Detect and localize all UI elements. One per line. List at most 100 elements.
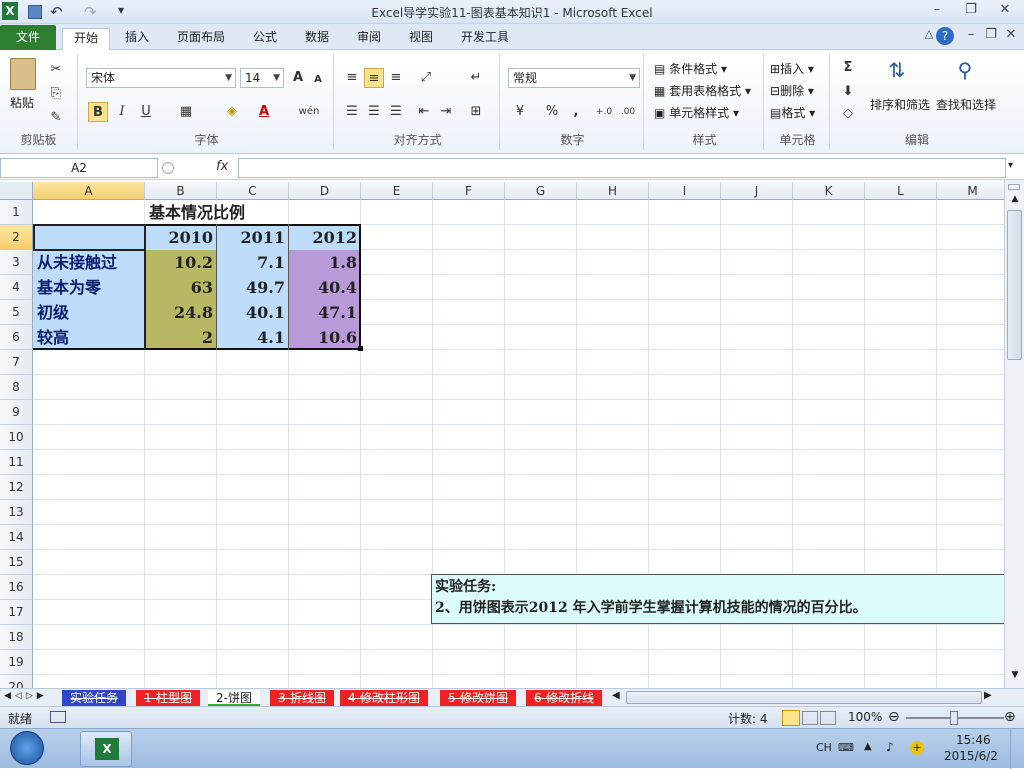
page-break-view-icon[interactable] <box>820 711 836 725</box>
split-box[interactable] <box>1008 184 1020 190</box>
shrink-font-icon[interactable]: A <box>308 70 328 90</box>
tray-expand-icon[interactable]: ▲ <box>864 741 872 752</box>
formula-input[interactable] <box>238 158 1006 178</box>
restore-icon[interactable]: ❐ <box>958 2 984 22</box>
find-select-button[interactable]: 查找和选择 <box>936 96 996 113</box>
row-header[interactable]: 7 <box>0 350 33 375</box>
expand-formula-icon[interactable]: ▾ <box>1008 160 1013 171</box>
row-header[interactable]: 19 <box>0 650 33 675</box>
column-header[interactable]: B <box>145 182 217 200</box>
scroll-thumb[interactable] <box>1007 210 1022 360</box>
sheet-tab[interactable]: 5-修改饼图 <box>440 690 516 706</box>
align-center-icon[interactable]: ☰ <box>364 102 384 122</box>
tab-home[interactable]: 开始 <box>62 28 110 51</box>
volume-icon[interactable]: ♪ <box>886 740 894 754</box>
borders-icon[interactable]: ▦ <box>176 102 196 122</box>
column-header[interactable]: I <box>649 182 721 200</box>
minimize-icon[interactable]: – <box>924 2 950 22</box>
align-middle-icon[interactable]: ≡ <box>364 68 384 88</box>
font-name-combo[interactable]: 宋体 ▼ <box>86 68 236 88</box>
network-icon[interactable]: + <box>910 741 924 755</box>
tab-file[interactable]: 文件 <box>0 25 56 50</box>
font-size-combo[interactable]: 14 ▼ <box>240 68 284 88</box>
wb-close-icon[interactable]: ✕ <box>998 27 1024 47</box>
zoom-thumb[interactable] <box>950 711 958 725</box>
row-header[interactable]: 15 <box>0 550 33 575</box>
hscroll-left-icon[interactable]: ◀ <box>612 690 620 701</box>
align-left-icon[interactable]: ☰ <box>342 102 362 122</box>
vertical-scrollbar[interactable]: ▲ ▼ <box>1004 180 1024 688</box>
table-title-cell[interactable]: 基本情况比例 <box>33 200 361 225</box>
cell-styles-button[interactable]: ▣ 单元格样式 ▾ <box>654 104 739 121</box>
keyboard-icon[interactable]: ⌨ <box>838 741 854 754</box>
italic-button[interactable]: I <box>112 102 132 122</box>
align-right-icon[interactable]: ☰ <box>386 102 406 122</box>
conditional-format-button[interactable]: ▤ 条件格式 ▾ <box>654 60 727 77</box>
column-header[interactable]: K <box>793 182 865 200</box>
merge-center-icon[interactable]: ⊞ <box>466 102 486 122</box>
zoom-level[interactable]: 100% <box>848 710 882 724</box>
task-textbox[interactable]: 实验任务: 2、用饼图表示2012 年入学前学生掌握计算机技能的情况的百分比。 <box>431 574 1004 624</box>
insert-cells-button[interactable]: ⊞插入 ▾ <box>770 60 814 77</box>
clock-time[interactable]: 15:46 <box>956 733 991 747</box>
normal-view-icon[interactable] <box>782 710 800 726</box>
column-header[interactable]: M <box>937 182 1004 200</box>
column-header[interactable]: J <box>721 182 793 200</box>
increase-decimal-icon[interactable]: +.0 <box>594 102 614 122</box>
row-header[interactable]: 12 <box>0 475 33 500</box>
row-header[interactable]: 18 <box>0 625 33 650</box>
tab-view[interactable]: 视图 <box>400 28 442 50</box>
paste-button[interactable]: 粘贴 <box>10 94 34 111</box>
align-top-icon[interactable]: ≡ <box>342 68 362 88</box>
sheet-tab[interactable]: 6-修改折线 <box>526 690 602 706</box>
close-icon[interactable]: ✕ <box>992 2 1018 22</box>
bold-button[interactable]: B <box>88 102 108 122</box>
tab-insert[interactable]: 插入 <box>116 28 158 50</box>
scroll-up-icon[interactable]: ▲ <box>1008 194 1022 206</box>
row-header[interactable]: 10 <box>0 425 33 450</box>
row-header[interactable]: 20 <box>0 675 33 688</box>
clear-icon[interactable]: ◇ <box>838 104 858 124</box>
taskbar-excel-button[interactable]: X <box>80 731 132 767</box>
name-box[interactable]: A2 <box>0 158 158 178</box>
page-layout-view-icon[interactable] <box>802 711 818 725</box>
currency-icon[interactable]: ¥ <box>510 102 530 122</box>
underline-button[interactable]: U <box>136 102 156 122</box>
row-header[interactable]: 5 <box>0 300 33 325</box>
row-header[interactable]: 9 <box>0 400 33 425</box>
comma-button[interactable]: , <box>566 102 586 122</box>
autosum-icon[interactable]: Σ <box>838 58 858 78</box>
formula-bar-toggle-icon[interactable] <box>162 162 174 174</box>
worksheet-grid[interactable]: ABCDEFGHIJKLM 1 2 3 4 5 6 7 8 9 10 11 12 13 14 15 16 17 1… <box>0 182 1004 688</box>
row-header[interactable]: 13 <box>0 500 33 525</box>
tab-data[interactable]: 数据 <box>296 28 338 50</box>
horizontal-scrollbar[interactable] <box>626 691 982 704</box>
sort-filter-button[interactable]: 排序和筛选 <box>870 96 930 113</box>
row-header[interactable]: 14 <box>0 525 33 550</box>
orientation-icon[interactable]: ⤢ <box>416 68 436 88</box>
zoom-out-icon[interactable]: ⊖ <box>888 709 900 725</box>
sheet-tab[interactable]: 1-柱型图 <box>136 690 200 706</box>
insert-function-icon[interactable]: fx <box>216 159 228 174</box>
hscroll-right-icon[interactable]: ▶ <box>984 690 992 701</box>
delete-cells-button[interactable]: ⊟删除 ▾ <box>770 82 814 99</box>
row-header[interactable]: 4 <box>0 275 33 300</box>
column-header[interactable]: G <box>505 182 577 200</box>
cut-icon[interactable]: ✂ <box>46 60 66 80</box>
show-desktop-button[interactable] <box>1010 729 1024 769</box>
tab-page-layout[interactable]: 页面布局 <box>168 28 234 50</box>
row-header[interactable]: 16 <box>0 575 33 600</box>
column-header[interactable]: F <box>433 182 505 200</box>
scroll-down-icon[interactable]: ▼ <box>1008 670 1022 682</box>
fill-color-icon[interactable]: ◈ <box>222 102 242 122</box>
column-header[interactable]: E <box>361 182 433 200</box>
decrease-decimal-icon[interactable]: .00 <box>618 102 638 122</box>
format-painter-icon[interactable]: ✎ <box>46 108 66 128</box>
column-header[interactable]: A <box>33 182 145 200</box>
format-as-table-button[interactable]: ▦ 套用表格格式 ▾ <box>654 82 751 99</box>
fill-icon[interactable]: ⬇ <box>838 82 858 102</box>
sheet-tab[interactable]: 3-折线图 <box>270 690 334 706</box>
select-all-button[interactable] <box>0 182 33 200</box>
row-header[interactable]: 2 <box>0 225 33 250</box>
format-cells-button[interactable]: ▤格式 ▾ <box>770 104 815 121</box>
